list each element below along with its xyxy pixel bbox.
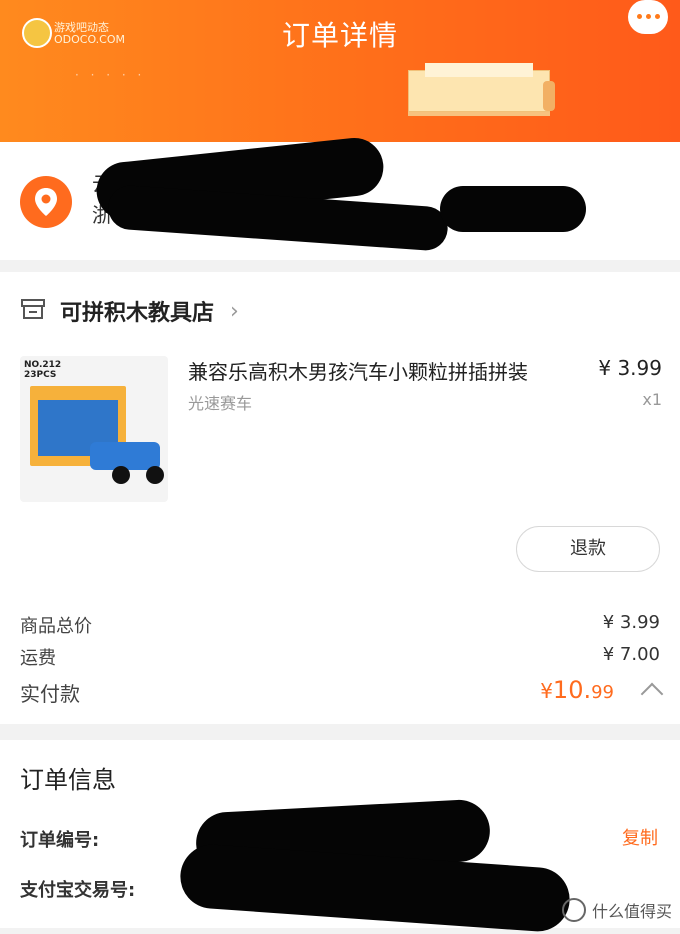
watermark-logo-icon — [561, 898, 586, 922]
car-wheel — [146, 466, 164, 484]
paid-decimal: 99 — [591, 682, 614, 703]
car-wheel — [112, 466, 130, 484]
thumbnail-label: NO.212 23PCS — [24, 360, 61, 380]
ellipsis-icon — [655, 14, 660, 19]
store-icon — [20, 298, 46, 324]
refund-button[interactable]: 退款 — [516, 526, 660, 572]
redaction-mark — [440, 186, 586, 232]
watermark-text: 什么值得买 — [591, 902, 672, 921]
goods-total-value: ¥ 3.99 — [602, 612, 660, 633]
product-name[interactable]: 兼容乐高积木男孩汽车小颗粒拼插拼装 — [188, 356, 528, 385]
header-bar: 游戏吧动态 ODOCO.COM 订单详情 · · · · · — [0, 0, 680, 142]
paid-amount: ¥10.99 — [540, 676, 614, 704]
product-thumbnail[interactable]: NO.212 23PCS — [20, 356, 168, 502]
thumbnail-model: NO.212 — [24, 360, 62, 370]
paid-currency: ¥ — [540, 679, 553, 703]
thumbnail-pcs: 23PCS — [24, 370, 57, 380]
ellipsis-icon — [637, 14, 642, 19]
paid-label: 实付款 — [20, 682, 80, 706]
more-menu-button[interactable] — [628, 0, 668, 34]
ellipsis-icon — [646, 14, 651, 19]
order-number-label: 订单编号: — [20, 830, 100, 851]
shipping-label: 运费 — [20, 648, 56, 669]
product-spec: 光速赛车 — [188, 394, 253, 413]
alipay-trade-label: 支付宝交易号: — [20, 880, 136, 901]
shop-name: 可拼积木教具店 — [60, 301, 215, 326]
copy-button[interactable]: 复制 — [622, 824, 658, 850]
location-pin-icon — [20, 176, 72, 228]
page-title: 订单详情 — [281, 19, 398, 52]
goods-total-label: 商品总价 — [20, 616, 92, 637]
order-info-title: 订单信息 — [20, 766, 116, 794]
shipping-value: ¥ 7.00 — [602, 644, 660, 665]
product-price: ¥ 3.99 — [598, 356, 662, 380]
watermark: 什么值得买 — [561, 898, 672, 922]
paid-integer: 10. — [552, 676, 592, 704]
chevron-right-icon: › — [230, 298, 239, 324]
package-illustration — [408, 63, 555, 112]
person-figure — [543, 81, 555, 111]
header-faint-text: · · · · · — [75, 68, 146, 82]
product-quantity: x1 — [642, 390, 662, 409]
toy-car-image — [90, 442, 160, 470]
package-lid — [425, 63, 533, 77]
shop-header[interactable]: 可拼积木教具店 › — [20, 294, 239, 328]
